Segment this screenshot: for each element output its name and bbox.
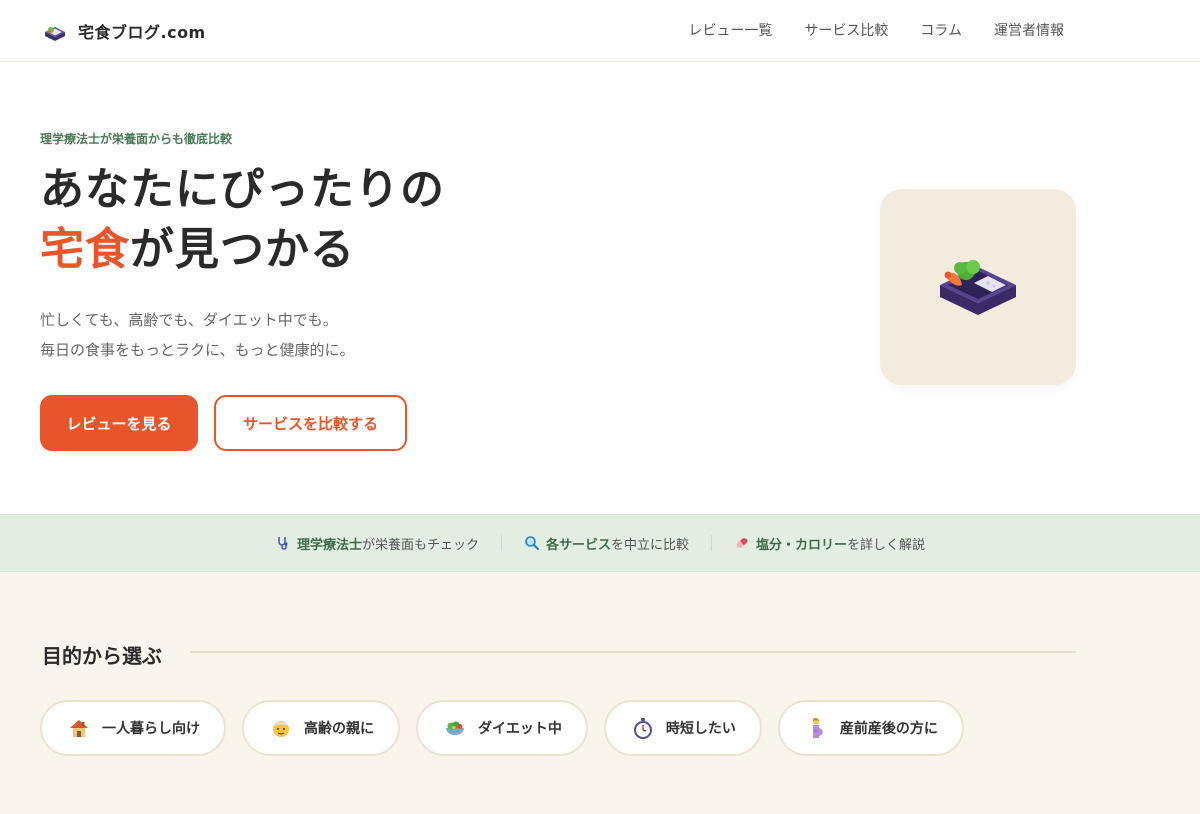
headline-line1: あなたにぴったりの (40, 164, 445, 215)
feature-bold: 塩分・カロリー (756, 537, 848, 553)
feature-text: を詳しく解説 (847, 537, 926, 553)
feature-strip: 理学療法士 が栄養面もチェック 各サービス を中立に比較 塩分・カロリー を詳しく解説 (0, 514, 1200, 572)
lead-line2: 毎日の食事をもっとラクに、もっと健康的に。 (40, 341, 355, 359)
purpose-section: 目的から選ぶ 一人暮らし向け 高齢の親に ダイエット中 時短したい 産前産後の方… (0, 572, 1200, 814)
hero-illustration-card (880, 189, 1076, 385)
hero-section: 理学療法士が栄養面からも徹底比較 あなたにぴったりの 宅食が見つかる 忙しくても… (0, 62, 1200, 514)
feature-bold: 各サービス (545, 537, 611, 553)
salad-icon (444, 717, 466, 739)
logo-text: 宅食ブログ.com (78, 23, 206, 42)
headline-rest: が見つかる (130, 224, 355, 275)
site-header: 宅食ブログ.com レビュー一覧 サービス比較 コラム 運営者情報 (0, 0, 1200, 62)
nav-reviews[interactable]: レビュー一覧 (688, 20, 772, 40)
hero-lead: 忙しくても、高齢でも、ダイエット中でも。 毎日の食事をもっとラクに、もっと健康的… (40, 305, 355, 365)
headline-accent: 宅食 (40, 224, 130, 275)
hero-headline: あなたにぴったりの 宅食が見つかる (40, 160, 445, 280)
nav-about[interactable]: 運営者情報 (994, 20, 1064, 40)
elder-icon (270, 717, 292, 739)
lead-line1: 忙しくても、高齢でも、ダイエット中でも。 (40, 311, 338, 329)
stopwatch-icon (632, 717, 654, 739)
section-title: 目的から選ぶ (42, 644, 162, 668)
purpose-chip-save-time[interactable]: 時短したい (603, 700, 762, 756)
hero-eyebrow: 理学療法士が栄養面からも徹底比較 (40, 132, 233, 146)
site-logo[interactable]: 宅食ブログ.com (42, 18, 206, 44)
magnifier-icon (524, 535, 540, 551)
bento-box-icon (940, 260, 1016, 315)
purpose-chip-pregnancy[interactable]: 産前産後の方に (777, 700, 964, 756)
stethoscope-icon (275, 535, 291, 551)
chip-label: 一人暮らし向け (102, 721, 200, 737)
purpose-chip-diet[interactable]: ダイエット中 (416, 700, 588, 756)
house-icon (68, 717, 90, 739)
feature-item: 塩分・カロリー を詳しく解説 (712, 534, 947, 553)
feature-item: 理学療法士 が栄養面もチェック (253, 534, 501, 553)
bento-box-icon (45, 27, 65, 41)
section-divider (190, 651, 1076, 653)
nav-column[interactable]: コラム (920, 20, 962, 40)
view-reviews-button[interactable]: レビューを見る (40, 395, 198, 451)
feature-text: を中立に比較 (611, 537, 690, 553)
feature-item: 各サービス を中立に比較 (502, 534, 711, 553)
main-nav: レビュー一覧 サービス比較 コラム 運営者情報 (688, 20, 1064, 40)
chip-label: 高齢の親に (304, 721, 374, 737)
pill-icon (734, 535, 750, 551)
chip-label: ダイエット中 (478, 721, 562, 737)
compare-services-button[interactable]: サービスを比較する (214, 395, 407, 451)
purpose-chip-elderly-parents[interactable]: 高齢の親に (242, 700, 400, 756)
feature-bold: 理学療法士 (296, 537, 362, 553)
purpose-chips: 一人暮らし向け 高齢の親に ダイエット中 時短したい 産前産後の方に (40, 700, 964, 756)
purpose-chip-living-alone[interactable]: 一人暮らし向け (40, 700, 226, 756)
pregnant-icon (806, 717, 828, 739)
feature-text: が栄養面もチェック (361, 537, 479, 553)
chip-label: 産前産後の方に (839, 721, 938, 737)
chip-label: 時短したい (665, 721, 736, 737)
nav-compare[interactable]: サービス比較 (804, 20, 888, 40)
